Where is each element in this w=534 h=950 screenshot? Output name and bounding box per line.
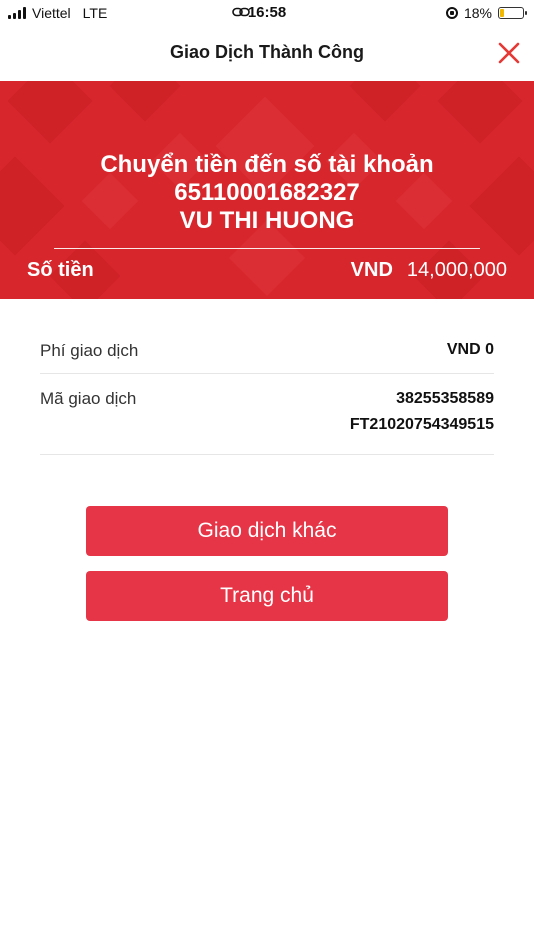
rotation-lock-icon	[445, 7, 458, 19]
detail-row-transaction-id: Mã giao dịch 38255358589 FT2102075434951…	[40, 374, 494, 455]
transfer-description: Chuyển tiền đến số tài khoản 65110001682…	[0, 151, 534, 235]
recipient-name: VU THI HUONG	[179, 207, 355, 234]
amount-number: 14,000,000	[406, 259, 507, 281]
other-transaction-button[interactable]: Giao dịch khác	[86, 506, 448, 556]
amount-value: VND 14,000,000	[351, 259, 507, 282]
transaction-details: Phí giao dịch VND 0 Mã giao dịch 3825535…	[40, 328, 494, 455]
status-right: 18%	[445, 5, 527, 21]
battery-percent: 18%	[463, 5, 492, 21]
transfer-summary-banner: Chuyển tiền đến số tài khoản 65110001682…	[0, 81, 534, 299]
transfer-headline: Chuyển tiền đến số tài khoản	[100, 151, 434, 178]
page-title: Giao Dịch Thành Công	[170, 42, 364, 62]
amount-label: Số tiền	[27, 259, 94, 281]
battery-fill	[500, 9, 505, 17]
transaction-id-line-2: FT21020754349515	[349, 416, 494, 433]
detail-row-fee: Phí giao dịch VND 0	[40, 328, 494, 374]
header: Giao Dịch Thành Công	[0, 26, 534, 81]
transaction-id-value: 38255358589 FT21020754349515	[350, 386, 494, 438]
home-button[interactable]: Trang chủ	[86, 571, 448, 621]
transaction-id-label: Mã giao dịch	[40, 389, 137, 408]
account-number: 65110001682327	[174, 179, 360, 206]
fee-label: Phí giao dịch	[40, 341, 139, 360]
status-bar: Viettel LTE 16:58 18%	[0, 0, 534, 26]
close-icon[interactable]	[498, 42, 520, 64]
banner-divider	[54, 248, 480, 249]
battery-icon	[498, 7, 527, 19]
transaction-id-line-1: 38255358589	[396, 390, 494, 407]
amount-currency: VND	[350, 259, 393, 281]
fee-value: VND 0	[446, 341, 494, 358]
